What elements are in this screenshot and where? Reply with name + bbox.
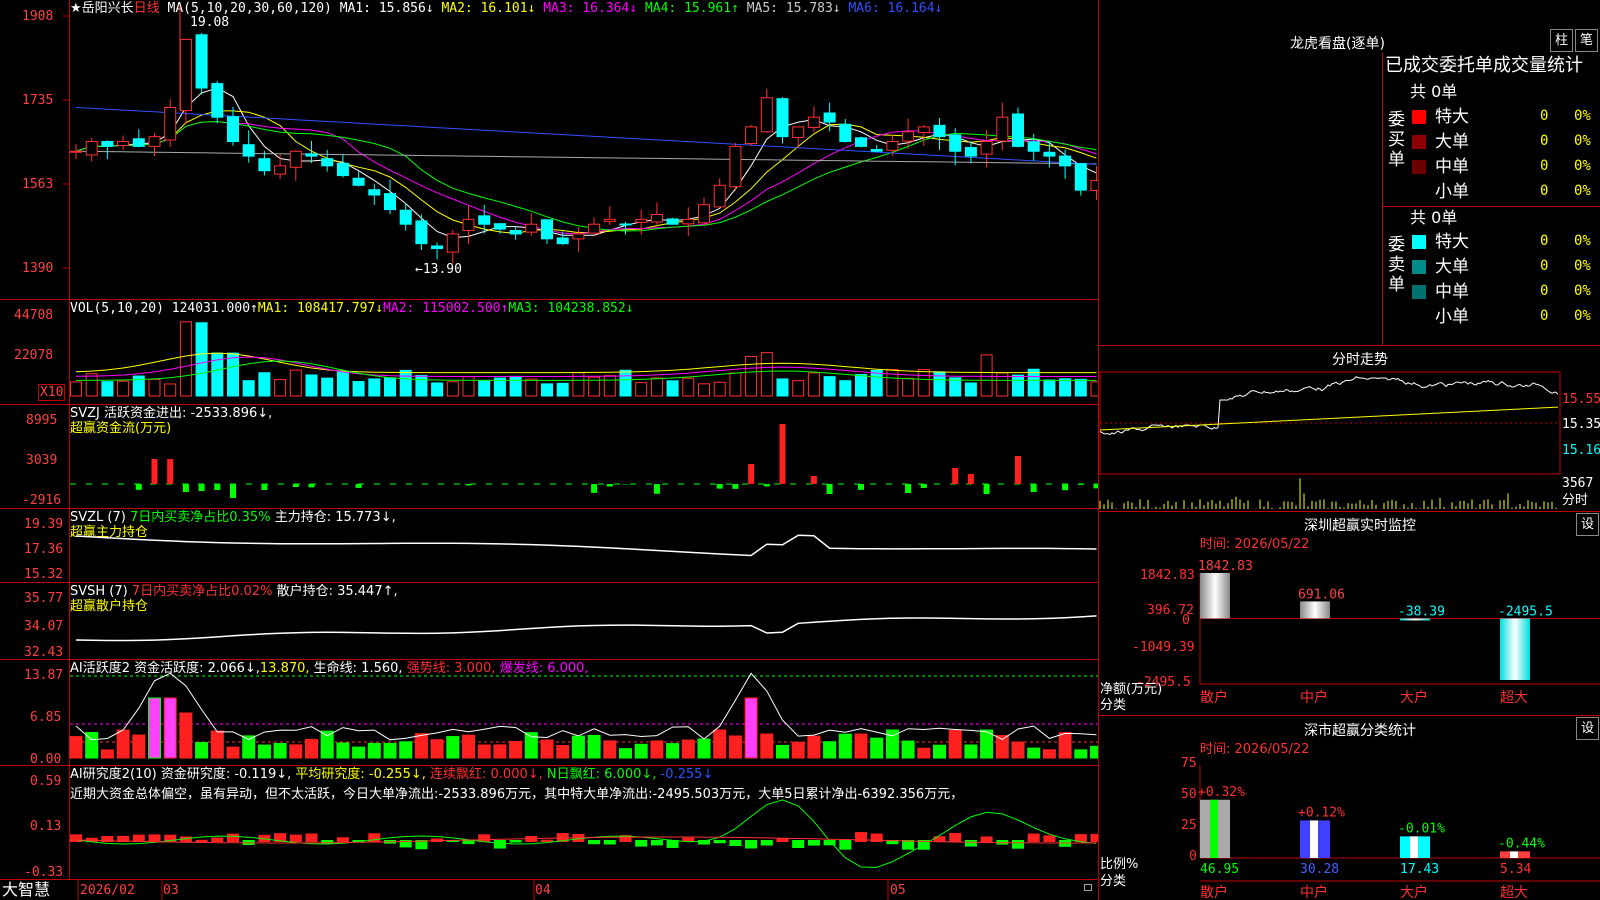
ss-category: 大户 bbox=[1400, 884, 1428, 900]
ss-category: 散户 bbox=[1200, 884, 1228, 900]
ss-bar-highlight bbox=[1210, 799, 1218, 858]
ss-bar-value: 17.43 bbox=[1400, 862, 1439, 877]
ss-bar-change: -0.01% bbox=[1398, 821, 1445, 836]
ss-bar-highlight bbox=[1510, 851, 1518, 858]
ss-bar-change: +0.32% bbox=[1198, 785, 1245, 800]
ss-bar-value: 30.28 bbox=[1300, 862, 1339, 877]
ss-bar-change: -0.44% bbox=[1498, 836, 1545, 851]
ss-bar-value: 5.34 bbox=[1500, 862, 1531, 877]
ss-category: 中户 bbox=[1300, 884, 1328, 900]
ss-bar-change: +0.12% bbox=[1298, 805, 1345, 820]
ss-category: 超大 bbox=[1500, 885, 1528, 900]
ss-bar-highlight bbox=[1310, 820, 1318, 858]
ss-bar-value: 46.95 bbox=[1200, 862, 1239, 877]
ss-bar-highlight bbox=[1410, 836, 1418, 858]
ss-ratio-bar-chart[interactable]: +0.32% 46.95 散户 +0.12% 30.28 中户 -0.01% 17.43 大户 -… bbox=[0, 0, 1600, 900]
